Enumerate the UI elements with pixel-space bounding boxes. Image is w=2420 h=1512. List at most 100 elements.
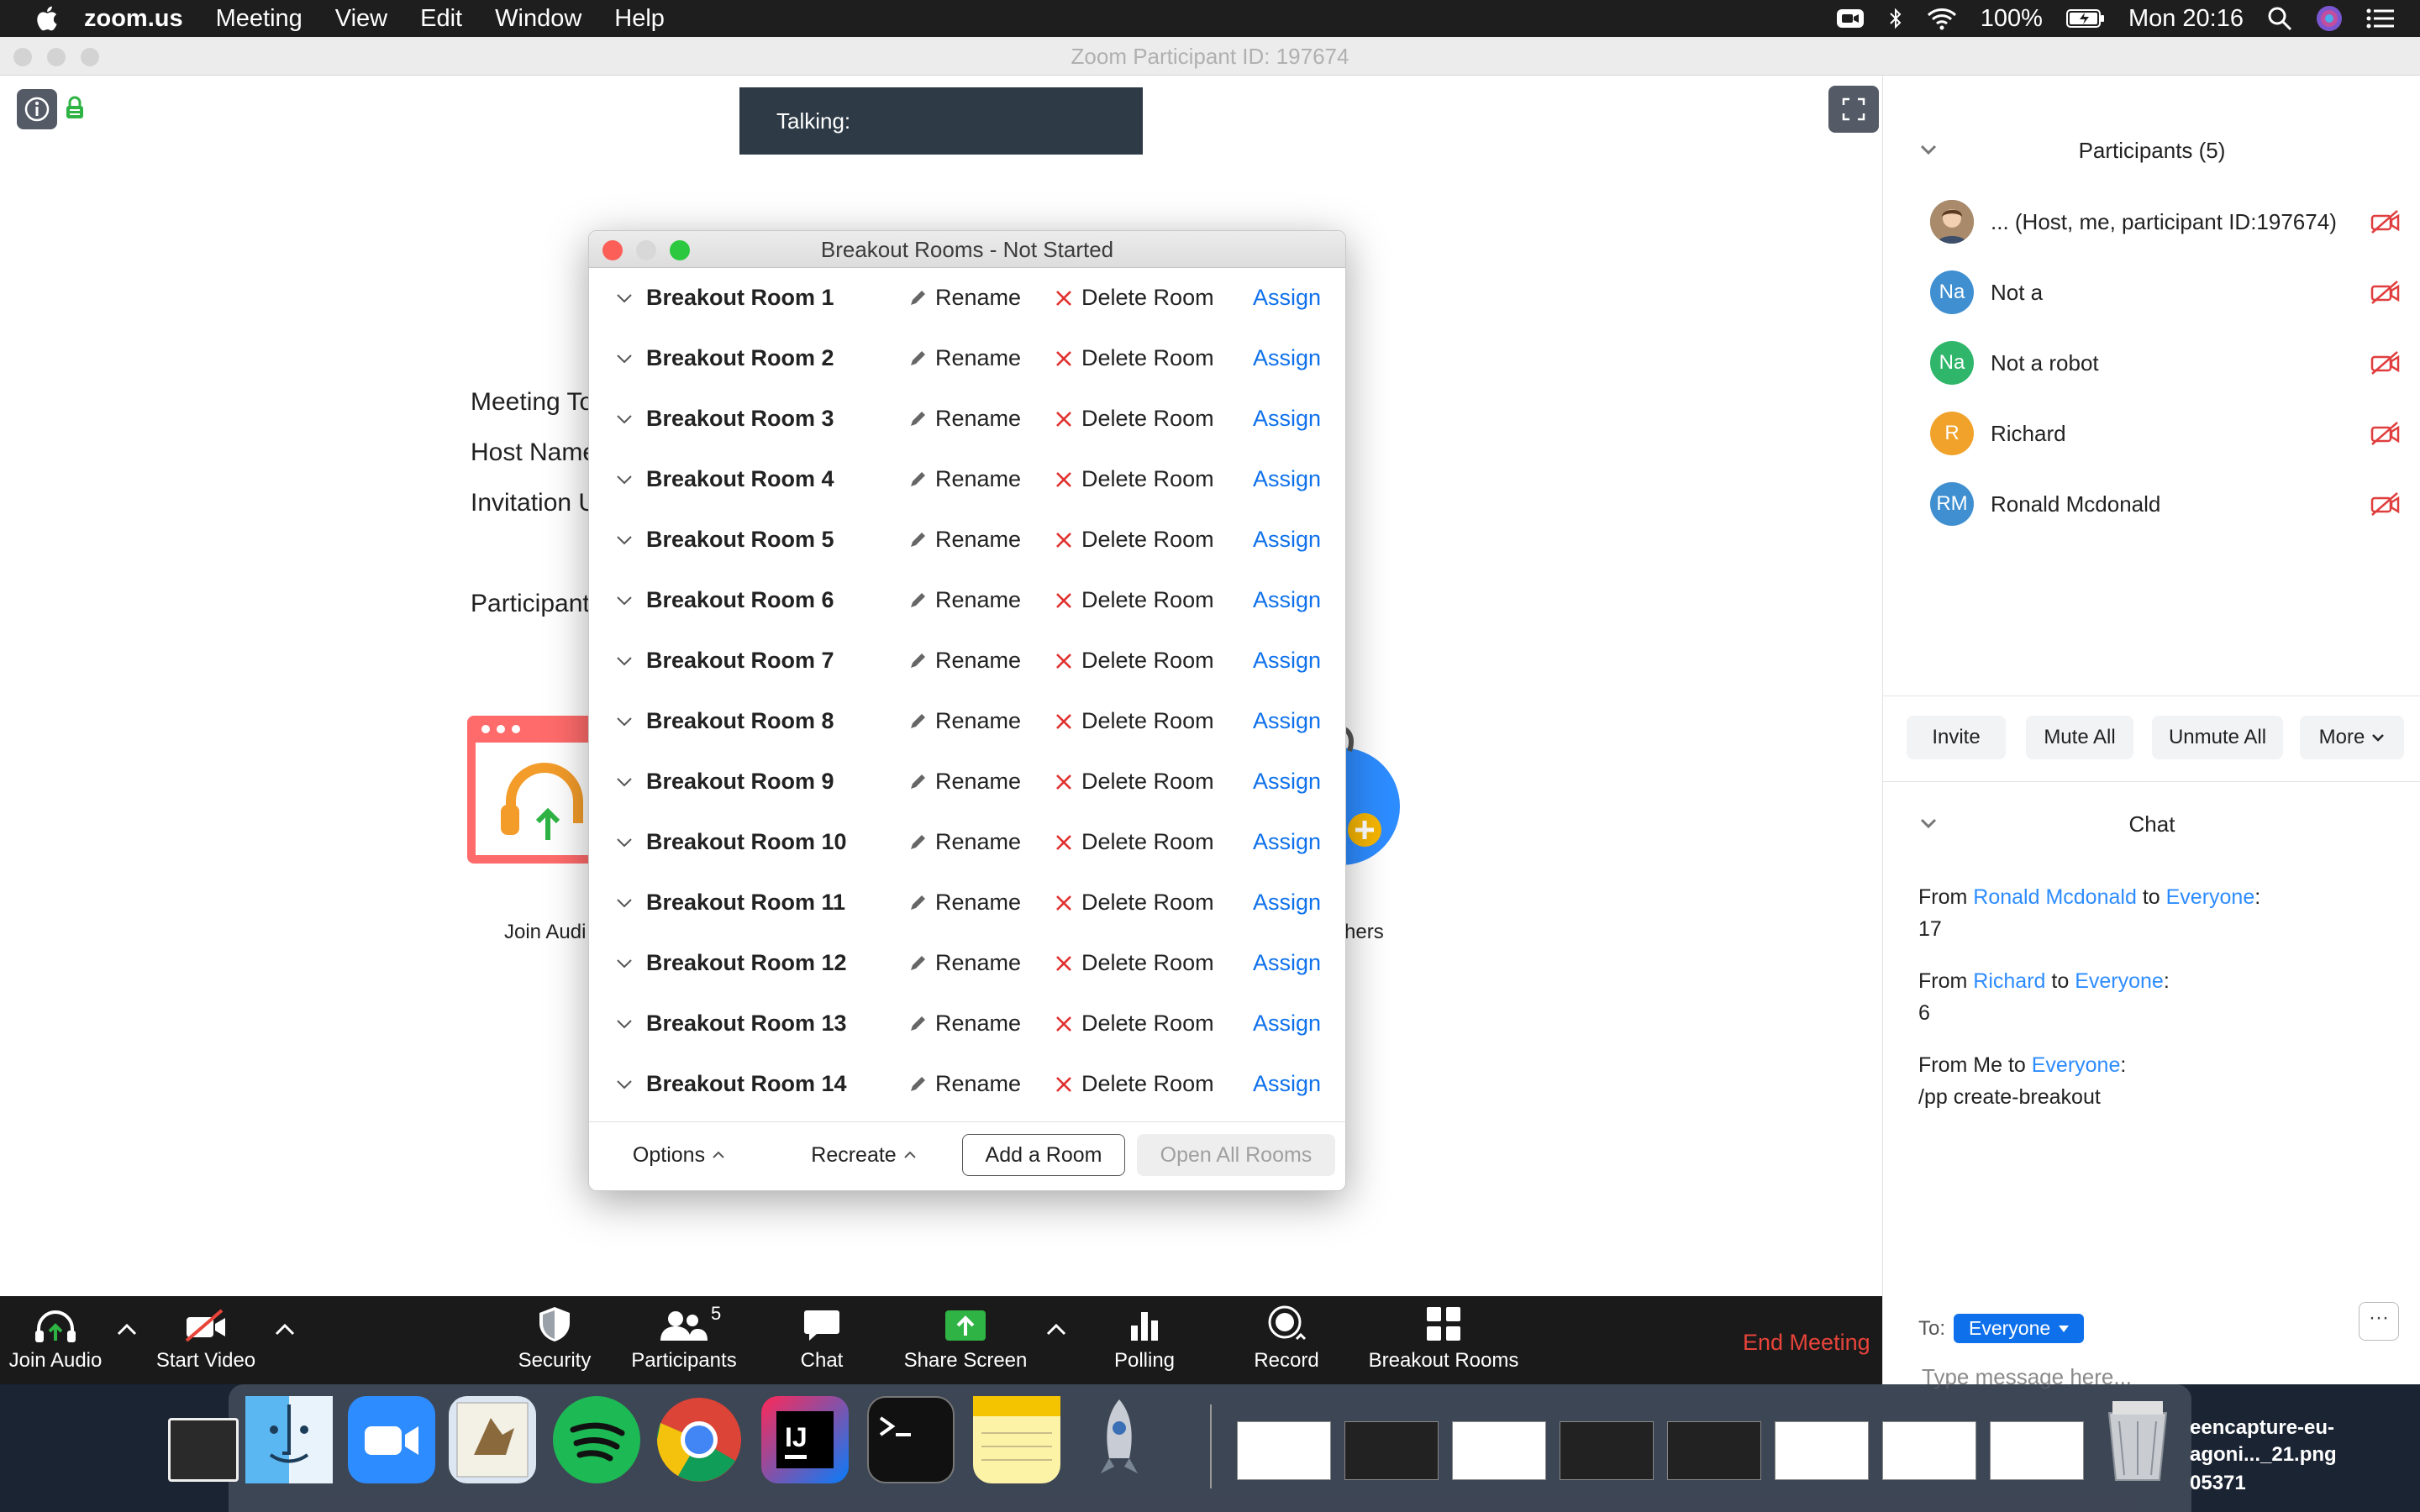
delete-room-button[interactable]: Delete Room (1055, 466, 1214, 492)
zoom-app-icon[interactable] (348, 1396, 435, 1483)
participant-row[interactable]: Na Not a robot (1930, 338, 2401, 388)
participant-row[interactable]: R Richard (1930, 408, 2401, 459)
expand-room-chevron-icon[interactable] (616, 293, 633, 303)
rename-room-button[interactable]: Rename (908, 1071, 1021, 1097)
share-options-caret-icon[interactable] (1045, 1321, 1067, 1338)
meeting-info-icon[interactable] (17, 89, 57, 129)
rename-room-button[interactable]: Rename (908, 708, 1021, 734)
delete-room-button[interactable]: Delete Room (1055, 829, 1214, 855)
sender-link[interactable]: Ronald Mcdonald (1973, 885, 2137, 909)
breakout-room-row[interactable]: Breakout Room 10 Rename Delete Room Assign (589, 812, 1345, 873)
breakout-room-row[interactable]: Breakout Room 6 Rename Delete Room Assign (589, 570, 1345, 631)
chrome-window-thumbnail[interactable] (1882, 1421, 1976, 1480)
add-room-button[interactable]: Add a Room (962, 1134, 1125, 1176)
battery-icon[interactable] (2065, 8, 2105, 29)
assign-participants-link[interactable]: Assign (1253, 587, 1321, 613)
chrome-icon[interactable] (655, 1396, 743, 1483)
encryption-lock-icon[interactable] (66, 96, 84, 119)
recreate-button[interactable]: Recreate (808, 1134, 920, 1176)
expand-room-chevron-icon[interactable] (616, 1019, 633, 1029)
breakout-rooms-button[interactable]: Breakout Rooms (1361, 1296, 1526, 1384)
sender-link[interactable]: Richard (1973, 969, 2045, 993)
menubar-clock[interactable]: Mon 20:16 (2128, 5, 2244, 33)
breakout-room-row[interactable]: Breakout Room 12 Rename Delete Room Assign (589, 933, 1345, 994)
assign-participants-link[interactable]: Assign (1253, 527, 1321, 553)
apple-menu-icon[interactable] (34, 5, 59, 32)
rocket-app-icon[interactable] (1076, 1396, 1163, 1483)
share-screen-button[interactable]: Share Screen (901, 1296, 1030, 1384)
delete-room-button[interactable]: Delete Room (1055, 406, 1214, 432)
recipient-link[interactable]: Everyone (2075, 969, 2164, 993)
assign-participants-link[interactable]: Assign (1253, 406, 1321, 432)
dialog-close-button[interactable] (602, 240, 623, 260)
intellij-idea-icon[interactable]: IJ (761, 1396, 849, 1483)
assign-participants-link[interactable]: Assign (1253, 890, 1321, 916)
audio-options-caret-icon[interactable] (116, 1321, 138, 1338)
breakout-room-row[interactable]: Breakout Room 7 Rename Delete Room Assign (589, 631, 1345, 691)
rename-room-button[interactable]: Rename (908, 1011, 1021, 1037)
assign-participants-link[interactable]: Assign (1253, 950, 1321, 976)
breakout-room-row[interactable]: Breakout Room 14 Rename Delete Room Assign (589, 1054, 1345, 1115)
assign-participants-link[interactable]: Assign (1253, 466, 1321, 492)
rename-room-button[interactable]: Rename (908, 285, 1021, 311)
assign-participants-link[interactable]: Assign (1253, 648, 1321, 674)
mute-all-button[interactable]: Mute All (2026, 716, 2133, 759)
end-meeting-button[interactable]: End Meeting (1743, 1330, 1870, 1356)
rename-room-button[interactable]: Rename (908, 950, 1021, 976)
chrome-window-thumbnail[interactable] (1990, 1421, 2084, 1480)
participants-button[interactable]: Participants (627, 1296, 741, 1384)
zoom-status-icon[interactable] (1836, 8, 1865, 29)
security-button[interactable]: Security (513, 1296, 597, 1384)
recipient-link[interactable]: Everyone (2166, 885, 2255, 909)
notes-icon[interactable] (973, 1396, 1060, 1483)
chrome-window-thumbnail[interactable] (1237, 1421, 1331, 1480)
unmute-all-button[interactable]: Unmute All (2152, 716, 2283, 759)
expand-room-chevron-icon[interactable] (616, 837, 633, 848)
assign-participants-link[interactable]: Assign (1253, 345, 1321, 371)
expand-room-chevron-icon[interactable] (616, 717, 633, 727)
expand-room-chevron-icon[interactable] (616, 958, 633, 969)
chrome-window-thumbnail[interactable] (1667, 1421, 1761, 1480)
chrome-window-thumbnail[interactable] (1775, 1421, 1869, 1480)
dialog-zoom-button[interactable] (670, 240, 690, 260)
menu-meeting[interactable]: Meeting (216, 5, 302, 33)
chrome-window-thumbnail[interactable] (1344, 1421, 1439, 1480)
expand-room-chevron-icon[interactable] (616, 656, 633, 666)
recipient-dropdown[interactable]: Everyone (1954, 1314, 2085, 1343)
participant-row[interactable]: RM Ronald Mcdonald (1930, 479, 2401, 529)
breakout-room-row[interactable]: Breakout Room 8 Rename Delete Room Assign (589, 691, 1345, 752)
delete-room-button[interactable]: Delete Room (1055, 527, 1214, 553)
assign-participants-link[interactable]: Assign (1253, 769, 1321, 795)
menu-help[interactable]: Help (614, 5, 665, 33)
record-button[interactable]: Record (1249, 1296, 1324, 1384)
start-video-button[interactable]: Start Video (151, 1296, 260, 1384)
delete-room-button[interactable]: Delete Room (1055, 890, 1214, 916)
desktop-image-thumbnail[interactable] (168, 1418, 239, 1482)
breakout-room-row[interactable]: Breakout Room 5 Rename Delete Room Assign (589, 510, 1345, 570)
delete-room-button[interactable]: Delete Room (1055, 1011, 1214, 1037)
polling-button[interactable]: Polling (1104, 1296, 1185, 1384)
delete-room-button[interactable]: Delete Room (1055, 345, 1214, 371)
delete-room-button[interactable]: Delete Room (1055, 285, 1214, 311)
expand-room-chevron-icon[interactable] (616, 777, 633, 787)
assign-participants-link[interactable]: Assign (1253, 285, 1321, 311)
delete-room-button[interactable]: Delete Room (1055, 950, 1214, 976)
breakout-room-row[interactable]: Breakout Room 9 Rename Delete Room Assign (589, 752, 1345, 812)
menu-view[interactable]: View (335, 5, 387, 33)
chrome-window-thumbnail[interactable] (1452, 1421, 1546, 1480)
chrome-window-thumbnail[interactable] (1560, 1421, 1654, 1480)
notification-center-icon[interactable] (2366, 8, 2395, 29)
breakout-room-row[interactable]: Breakout Room 13 Rename Delete Room Assign (589, 994, 1345, 1054)
invite-button[interactable]: Invite (1907, 716, 2006, 759)
breakout-room-row[interactable]: Breakout Room 2 Rename Delete Room Assign (589, 328, 1345, 389)
delete-room-button[interactable]: Delete Room (1055, 1071, 1214, 1097)
expand-room-chevron-icon[interactable] (616, 1079, 633, 1089)
assign-participants-link[interactable]: Assign (1253, 1011, 1321, 1037)
breakout-room-row[interactable]: Breakout Room 11 Rename Delete Room Assign (589, 873, 1345, 933)
rename-room-button[interactable]: Rename (908, 406, 1021, 432)
more-button[interactable]: More (2300, 716, 2404, 759)
rename-room-button[interactable]: Rename (908, 890, 1021, 916)
mail-app-icon[interactable] (449, 1396, 536, 1483)
breakout-room-row[interactable]: Breakout Room 1 Rename Delete Room Assign (589, 268, 1345, 328)
recipient-link[interactable]: Everyone (2032, 1053, 2121, 1077)
